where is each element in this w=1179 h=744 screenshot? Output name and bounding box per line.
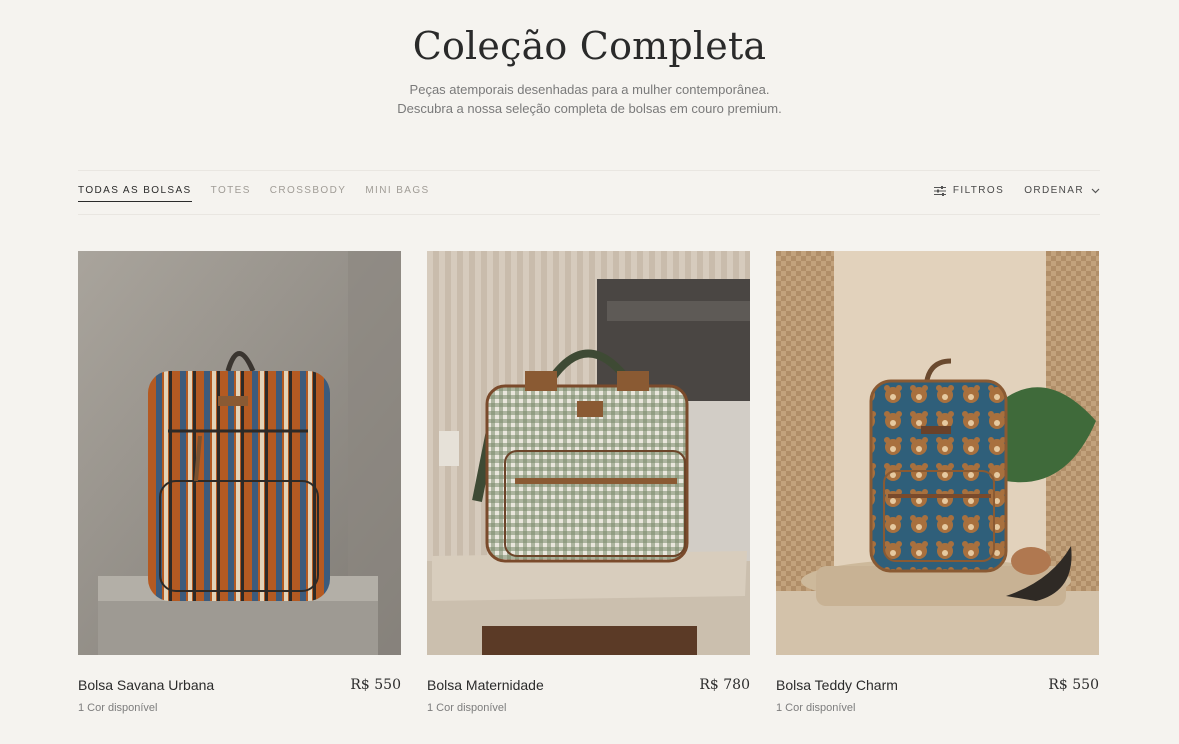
product-colors: 1 Cor disponível bbox=[427, 702, 507, 714]
category-tabs: TODAS AS BOLSAS TOTES CROSSBODY MINI BAG… bbox=[78, 185, 430, 202]
tab-totes[interactable]: TOTES bbox=[211, 185, 251, 202]
tab-todas-as-bolsas[interactable]: TODAS AS BOLSAS bbox=[78, 185, 192, 202]
tab-crossbody[interactable]: CROSSBODY bbox=[270, 185, 347, 202]
page-subtitle-line-2: Descubra a nossa seleção completa de bol… bbox=[397, 101, 782, 116]
page-title: Coleção Completa bbox=[412, 24, 767, 68]
product-price: R$ 550 bbox=[350, 677, 401, 693]
product-colors: 1 Cor disponível bbox=[776, 702, 856, 714]
page-subtitle-line-1: Peças atemporais desenhadas para a mulhe… bbox=[409, 82, 770, 97]
product-colors: 1 Cor disponível bbox=[78, 702, 158, 714]
filters-label: FILTROS bbox=[952, 185, 1005, 196]
product-image[interactable] bbox=[427, 251, 750, 655]
product-name[interactable]: Bolsa Maternidade bbox=[427, 677, 544, 693]
product-card[interactable]: Bolsa Maternidade R$ 780 1 Cor disponíve… bbox=[427, 251, 750, 714]
tab-mini-bags[interactable]: MINI BAGS bbox=[365, 185, 429, 202]
filters-button[interactable]: FILTROS bbox=[933, 185, 1005, 196]
collection-toolbar: TODAS AS BOLSAS TOTES CROSSBODY MINI BAG… bbox=[78, 170, 1100, 215]
sort-label: ORDENAR bbox=[1024, 185, 1084, 196]
product-price: R$ 550 bbox=[1048, 677, 1099, 693]
toolbar-actions: FILTROS ORDENAR bbox=[933, 185, 1100, 196]
product-card[interactable]: Bolsa Teddy Charm R$ 550 1 Cor disponíve… bbox=[776, 251, 1099, 714]
product-card[interactable]: Bolsa Savana Urbana R$ 550 1 Cor disponí… bbox=[78, 251, 401, 714]
sliders-icon bbox=[933, 185, 946, 196]
chevron-down-icon bbox=[1091, 188, 1100, 193]
sort-button[interactable]: ORDENAR bbox=[1024, 185, 1100, 196]
product-price: R$ 780 bbox=[699, 677, 750, 693]
product-name[interactable]: Bolsa Savana Urbana bbox=[78, 677, 214, 693]
product-image[interactable] bbox=[776, 251, 1099, 655]
product-name[interactable]: Bolsa Teddy Charm bbox=[776, 677, 898, 693]
product-image[interactable] bbox=[78, 251, 401, 655]
